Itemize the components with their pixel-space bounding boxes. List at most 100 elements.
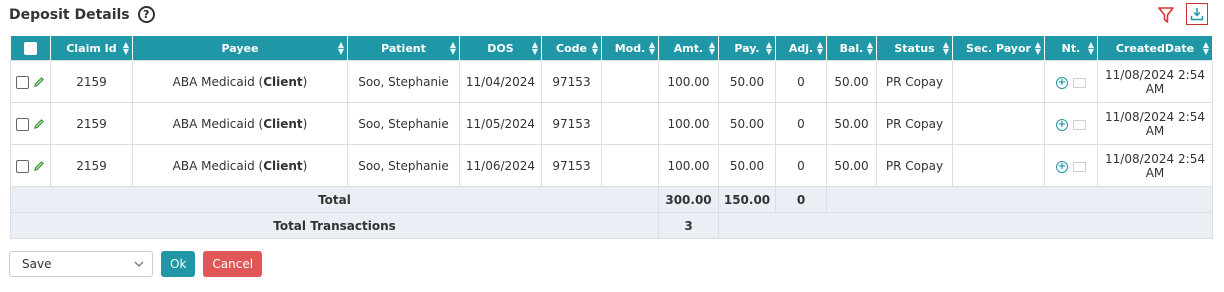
payee-tag: Client bbox=[263, 116, 303, 131]
row-actions bbox=[10, 60, 51, 103]
column-header[interactable]: Amt. ▲ ▼ bbox=[658, 36, 719, 61]
column-header[interactable]: Mod. ▲ ▼ bbox=[601, 36, 659, 61]
sort-icon[interactable]: ▲ ▼ bbox=[1203, 41, 1209, 56]
column-header-label: Sec. Payor bbox=[966, 41, 1031, 55]
pencil-icon[interactable] bbox=[33, 160, 45, 172]
total-transactions-row: Total Transactions 3 bbox=[10, 212, 1213, 239]
column-header-label: Mod. bbox=[614, 41, 646, 55]
pay-cell: 50.00 bbox=[718, 60, 776, 103]
column-header[interactable]: Adj. ▲ ▼ bbox=[775, 36, 827, 61]
download-icon bbox=[1190, 8, 1204, 21]
column-header[interactable]: Pay. ▲ ▼ bbox=[718, 36, 776, 61]
column-header[interactable]: Patient ▲ ▼ bbox=[347, 36, 460, 61]
ok-button[interactable]: Ok bbox=[161, 251, 196, 277]
help-icon[interactable]: ? bbox=[137, 6, 155, 23]
status-cell: PR Copay bbox=[876, 60, 953, 103]
page-title: Deposit Details bbox=[9, 6, 130, 23]
column-header-label: Patient bbox=[381, 41, 426, 55]
status-cell: PR Copay bbox=[876, 102, 953, 145]
total-row: Total 300.00 150.00 0 bbox=[10, 186, 1213, 213]
select-all-header[interactable] bbox=[10, 36, 51, 61]
sec-payor-cell bbox=[952, 144, 1045, 187]
add-note-icon[interactable]: + bbox=[1056, 161, 1068, 173]
created-date-cell: 11/08/2024 2:54 AM bbox=[1097, 144, 1213, 187]
dos-cell: 11/04/2024 bbox=[459, 60, 542, 103]
sort-icon[interactable]: ▲ ▼ bbox=[532, 41, 538, 56]
adj-cell: 0 bbox=[775, 60, 827, 103]
sort-icon[interactable]: ▲ ▼ bbox=[649, 41, 655, 56]
total-transactions-value: 3 bbox=[658, 212, 719, 239]
comment-icon[interactable] bbox=[1073, 78, 1086, 88]
code-cell: 97153 bbox=[541, 102, 602, 145]
claim-id-cell: 2159 bbox=[50, 102, 133, 145]
sort-icon[interactable]: ▲ ▼ bbox=[1035, 41, 1041, 56]
total-label: Total bbox=[10, 186, 659, 213]
bal-cell: 50.00 bbox=[826, 60, 877, 103]
chevron-down-icon bbox=[134, 261, 144, 267]
mod-cell bbox=[601, 144, 659, 187]
action-bar: Save Ok Cancel bbox=[9, 251, 263, 277]
row-checkbox[interactable] bbox=[16, 159, 29, 173]
sort-icon[interactable]: ▲ ▼ bbox=[1088, 41, 1094, 56]
column-header[interactable]: Payee ▲ ▼ bbox=[132, 36, 348, 61]
patient-cell: Soo, Stephanie bbox=[347, 60, 460, 103]
row-checkbox[interactable] bbox=[16, 75, 29, 89]
notes-cell: + bbox=[1044, 102, 1098, 145]
column-header[interactable]: Nt. ▲ ▼ bbox=[1044, 36, 1098, 61]
pencil-icon[interactable] bbox=[33, 118, 45, 130]
select-all-checkbox[interactable] bbox=[23, 41, 37, 55]
add-note-icon[interactable]: + bbox=[1056, 77, 1068, 89]
total-pay: 150.00 bbox=[718, 186, 776, 213]
sort-icon[interactable]: ▲ ▼ bbox=[592, 41, 598, 56]
claim-id-cell: 2159 bbox=[50, 144, 133, 187]
total-adj: 0 bbox=[775, 186, 827, 213]
row-checkbox[interactable] bbox=[16, 117, 29, 131]
column-header[interactable]: Status ▲ ▼ bbox=[876, 36, 953, 61]
payee-name: ABA Medicaid bbox=[172, 74, 255, 89]
column-header-label: Pay. bbox=[734, 41, 760, 55]
payee-cell: ABA Medicaid (Client) bbox=[132, 102, 348, 145]
column-header-label: Claim Id bbox=[66, 41, 117, 55]
notes-cell: + bbox=[1044, 144, 1098, 187]
pay-cell: 50.00 bbox=[718, 144, 776, 187]
sort-icon[interactable]: ▲ ▼ bbox=[943, 41, 949, 56]
sort-icon[interactable]: ▲ ▼ bbox=[709, 41, 715, 56]
code-cell: 97153 bbox=[541, 60, 602, 103]
column-header[interactable]: CreatedDate ▲ ▼ bbox=[1097, 36, 1213, 61]
bal-cell: 50.00 bbox=[826, 102, 877, 145]
row-actions bbox=[10, 102, 51, 145]
cancel-button[interactable]: Cancel bbox=[203, 251, 263, 277]
sort-icon[interactable]: ▲ ▼ bbox=[338, 41, 344, 56]
adj-cell: 0 bbox=[775, 102, 827, 145]
filter-icon[interactable] bbox=[1158, 6, 1174, 24]
dos-cell: 11/05/2024 bbox=[459, 102, 542, 145]
created-date-cell: 11/08/2024 2:54 AM bbox=[1097, 102, 1213, 145]
adj-cell: 0 bbox=[775, 144, 827, 187]
column-header[interactable]: Sec. Payor ▲ ▼ bbox=[952, 36, 1045, 61]
sec-payor-cell bbox=[952, 102, 1045, 145]
payee-cell: ABA Medicaid (Client) bbox=[132, 144, 348, 187]
download-button[interactable] bbox=[1186, 3, 1208, 25]
patient-cell: Soo, Stephanie bbox=[347, 102, 460, 145]
dos-cell: 11/06/2024 bbox=[459, 144, 542, 187]
column-header[interactable]: Code ▲ ▼ bbox=[541, 36, 602, 61]
sort-icon[interactable]: ▲ ▼ bbox=[450, 41, 456, 56]
claim-id-cell: 2159 bbox=[50, 60, 133, 103]
sort-icon[interactable]: ▲ ▼ bbox=[766, 41, 772, 56]
status-cell: PR Copay bbox=[876, 144, 953, 187]
sort-icon[interactable]: ▲ ▼ bbox=[867, 41, 873, 56]
bal-cell: 50.00 bbox=[826, 144, 877, 187]
comment-icon[interactable] bbox=[1073, 120, 1086, 130]
column-header[interactable]: Bal. ▲ ▼ bbox=[826, 36, 877, 61]
column-header[interactable]: DOS ▲ ▼ bbox=[459, 36, 542, 61]
pencil-icon[interactable] bbox=[33, 76, 45, 88]
add-note-icon[interactable]: + bbox=[1056, 119, 1068, 131]
comment-icon[interactable] bbox=[1073, 162, 1086, 172]
sort-icon[interactable]: ▲ ▼ bbox=[123, 41, 129, 56]
column-header-label: Payee bbox=[221, 41, 259, 55]
sort-icon[interactable]: ▲ ▼ bbox=[817, 41, 823, 56]
action-select[interactable]: Save bbox=[9, 251, 153, 277]
amt-cell: 100.00 bbox=[658, 60, 719, 103]
column-header[interactable]: Claim Id ▲ ▼ bbox=[50, 36, 133, 61]
amt-cell: 100.00 bbox=[658, 102, 719, 145]
